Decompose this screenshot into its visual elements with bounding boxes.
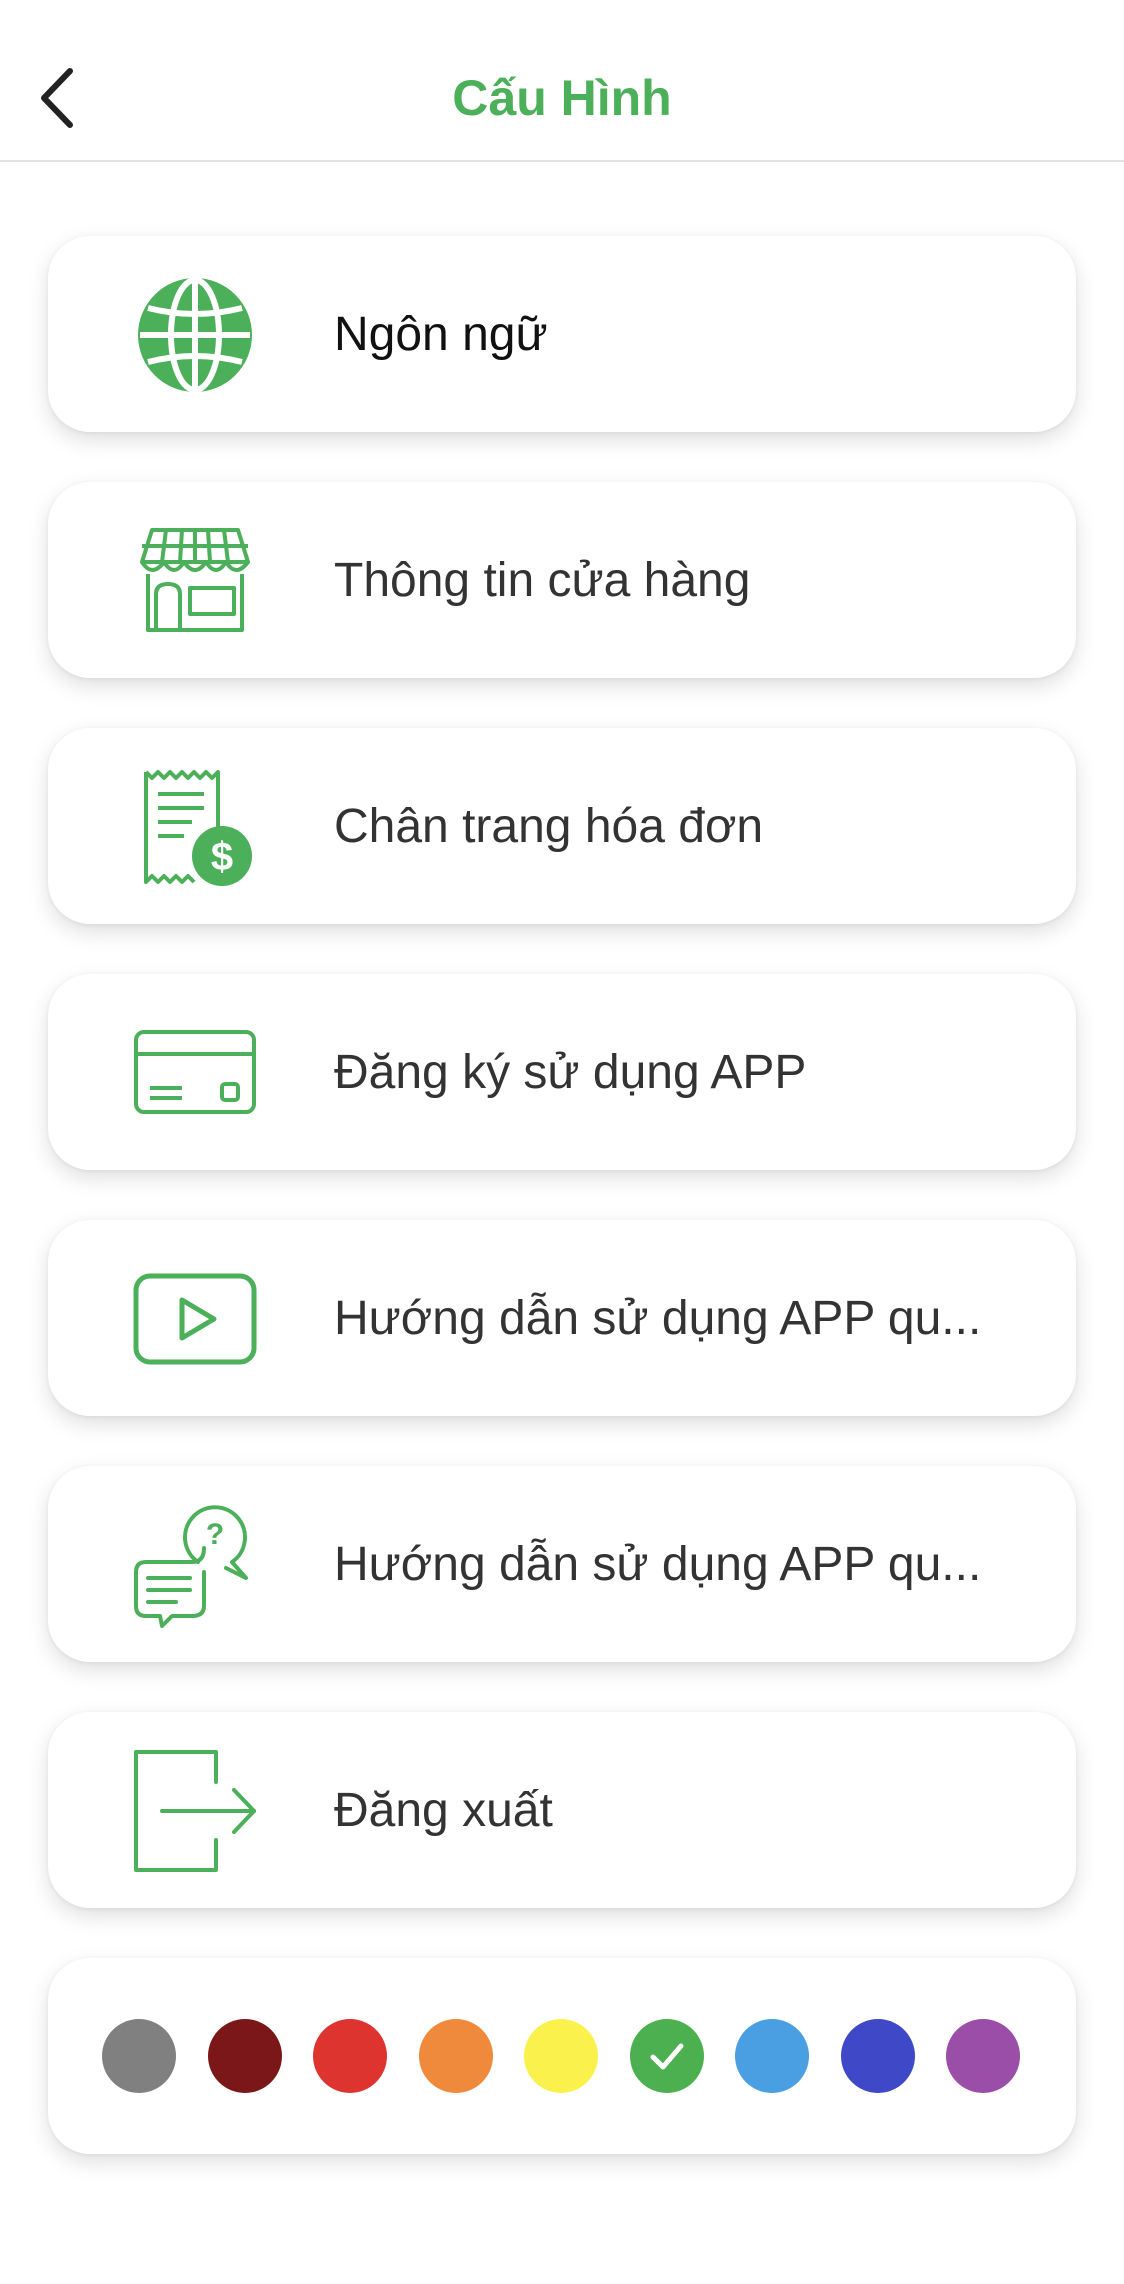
color-swatch[interactable] bbox=[524, 2019, 598, 2093]
color-swatch[interactable] bbox=[735, 2019, 809, 2093]
credit-card-icon bbox=[132, 1010, 258, 1136]
color-swatch[interactable] bbox=[418, 2019, 493, 2093]
color-swatch[interactable] bbox=[313, 2019, 387, 2093]
svg-text:$: $ bbox=[211, 835, 233, 879]
color-swatch[interactable] bbox=[207, 2019, 282, 2093]
top-bar: Cấu Hình bbox=[0, 0, 1124, 162]
video-play-icon bbox=[132, 1256, 258, 1382]
color-swatch[interactable] bbox=[629, 2019, 704, 2093]
menu-item-invoice-footer[interactable]: $ Chân trang hóa đơn bbox=[48, 728, 1076, 924]
menu-item-label: Đăng ký sử dụng APP bbox=[334, 1045, 807, 1099]
menu-item-video-guide[interactable]: Hướng dẫn sử dụng APP qu... bbox=[48, 1220, 1076, 1416]
chat-question-icon: ? bbox=[132, 1502, 258, 1628]
menu-item-store-info[interactable]: Thông tin cửa hàng bbox=[48, 482, 1076, 678]
svg-text:?: ? bbox=[206, 1518, 224, 1551]
logout-icon bbox=[132, 1748, 258, 1874]
menu-item-label: Đăng xuất bbox=[334, 1783, 553, 1837]
menu-item-label: Chân trang hóa đơn bbox=[334, 799, 764, 853]
color-swatch[interactable] bbox=[102, 2019, 176, 2093]
menu-item-label: Hướng dẫn sử dụng APP qu... bbox=[334, 1537, 982, 1591]
menu-item-language[interactable]: Ngôn ngữ bbox=[48, 236, 1076, 432]
receipt-dollar-icon: $ bbox=[132, 764, 258, 890]
menu-item-logout[interactable]: Đăng xuất bbox=[48, 1712, 1076, 1908]
menu-item-label: Thông tin cửa hàng bbox=[334, 553, 751, 607]
color-swatch[interactable] bbox=[946, 2019, 1020, 2093]
menu-item-label: Hướng dẫn sử dụng APP qu... bbox=[334, 1291, 982, 1345]
menu-item-faq-guide[interactable]: ? Hướng dẫn sử dụng APP qu... bbox=[48, 1466, 1076, 1662]
checkmark-icon bbox=[650, 2043, 683, 2070]
color-swatch[interactable] bbox=[840, 2019, 915, 2093]
globe-icon bbox=[132, 272, 258, 398]
theme-color-picker bbox=[48, 1958, 1076, 2154]
page-title: Cấu Hình bbox=[452, 70, 672, 126]
store-icon bbox=[132, 518, 258, 644]
menu-item-register-app[interactable]: Đăng ký sử dụng APP bbox=[48, 974, 1076, 1170]
menu-item-label: Ngôn ngữ bbox=[334, 307, 548, 361]
